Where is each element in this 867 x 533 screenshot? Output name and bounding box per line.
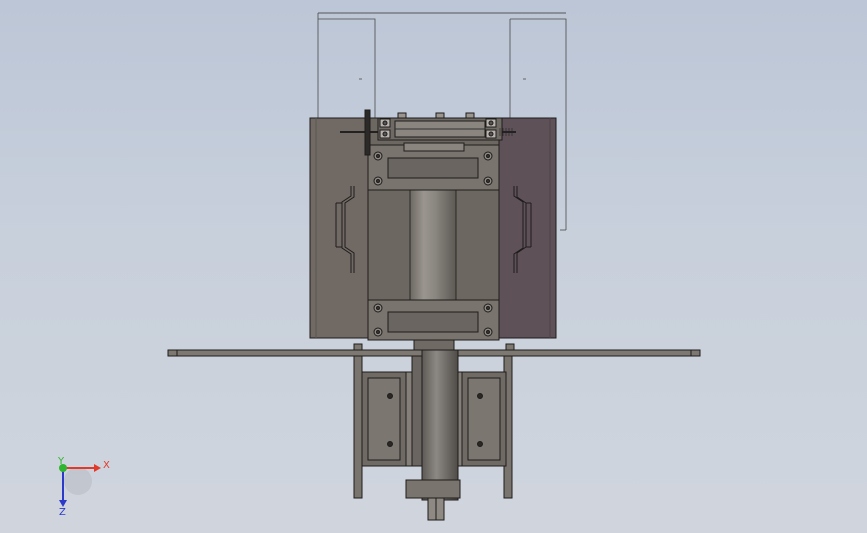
z-axis-label: Z	[59, 507, 66, 518]
triad-plane-indicator	[64, 467, 92, 495]
coordinate-triad: X Y Z	[57, 456, 110, 518]
drive-shaft	[405, 349, 461, 521]
cad-viewport[interactable]: X Y Z	[0, 0, 867, 533]
right-side-panel	[498, 117, 557, 339]
hand-wheel	[364, 109, 371, 156]
x-axis-label: X	[103, 460, 110, 471]
cad-model-drawing[interactable]: X Y Z	[0, 0, 867, 533]
x-axis-arrowhead	[94, 464, 101, 472]
vertical-column	[409, 179, 457, 303]
y-axis-label: Y	[57, 456, 65, 467]
upper-clamp-block	[367, 142, 500, 191]
lower-clamp-block	[367, 299, 500, 341]
z-axis-arrowhead	[59, 500, 67, 507]
right-motor-block	[455, 371, 507, 467]
left-motor-block	[361, 371, 413, 467]
left-side-panel	[309, 117, 369, 339]
